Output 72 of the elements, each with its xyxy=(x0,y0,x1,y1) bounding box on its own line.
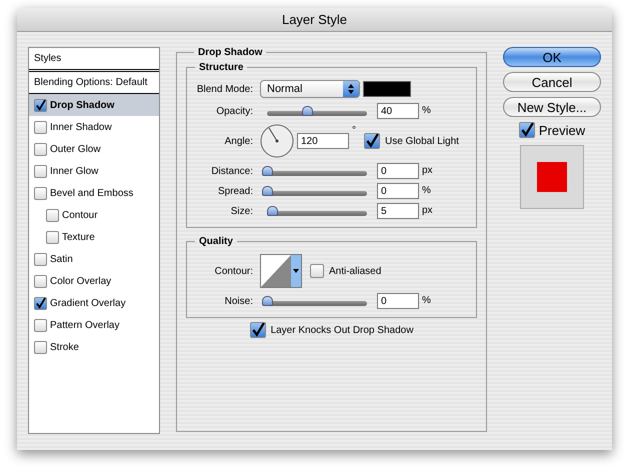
style-item[interactable]: Contour xyxy=(29,204,159,226)
field-label: Noise: xyxy=(224,296,254,306)
blend-mode-select[interactable]: Normal xyxy=(260,80,360,98)
angle-field[interactable]: 120 xyxy=(297,133,349,149)
checkbox[interactable] xyxy=(46,208,59,222)
style-item[interactable]: Bevel and Emboss xyxy=(29,182,159,204)
dialog-button[interactable]: New Style... xyxy=(503,97,601,117)
field-label: Size: xyxy=(230,206,254,216)
slider-thumb[interactable] xyxy=(302,106,313,116)
field-label: Opacity: xyxy=(215,106,254,116)
window-title: Layer Style xyxy=(282,12,348,27)
field-label: Spread: xyxy=(216,186,254,196)
checkbox[interactable] xyxy=(34,318,47,332)
checkbox[interactable] xyxy=(34,98,47,112)
dialog-button[interactable]: OK xyxy=(503,47,601,67)
checkbox[interactable] xyxy=(34,340,47,354)
checkbox[interactable] xyxy=(34,120,47,134)
style-item[interactable]: Inner Shadow xyxy=(29,116,159,138)
value-field[interactable]: 0 xyxy=(377,293,419,309)
unit-label: % xyxy=(422,295,431,306)
value-field[interactable]: 40 xyxy=(377,103,419,119)
style-item[interactable]: Satin xyxy=(29,248,159,270)
slider-thumb[interactable] xyxy=(262,186,273,196)
checkbox[interactable] xyxy=(364,133,380,149)
checkbox[interactable] xyxy=(518,122,535,138)
value-field[interactable]: 0 xyxy=(377,163,419,179)
unit-label: % xyxy=(422,185,431,196)
checkbox-label: Layer Knocks Out Drop Shadow xyxy=(270,324,414,336)
sidebar-heading: Blending Options: Default xyxy=(34,77,148,88)
unit-label: % xyxy=(422,105,431,116)
slider-thumb[interactable] xyxy=(267,206,278,216)
color-swatch[interactable] xyxy=(363,81,411,97)
slider-thumb[interactable] xyxy=(262,166,273,176)
slider-thumb[interactable] xyxy=(262,296,273,306)
square-icon xyxy=(537,162,567,192)
checkbox[interactable] xyxy=(34,186,47,200)
group-title: Structure xyxy=(198,62,244,73)
unit-label: px xyxy=(422,205,433,216)
checkbox[interactable] xyxy=(250,322,266,338)
checkbox[interactable] xyxy=(34,142,47,156)
value-field[interactable]: 0 xyxy=(377,183,419,199)
style-item[interactable]: Inner Glow xyxy=(29,160,159,182)
contour-picker[interactable] xyxy=(260,254,302,288)
unit-label: ° xyxy=(352,125,356,136)
value-field[interactable]: 5 xyxy=(377,203,419,219)
checkbox[interactable] xyxy=(34,252,47,266)
style-item[interactable]: Color Overlay xyxy=(29,270,159,292)
sidebar-heading: Styles xyxy=(34,53,62,64)
style-item[interactable]: Texture xyxy=(29,226,159,248)
field-label: Blend Mode: xyxy=(196,84,254,94)
style-item[interactable]: Outer Glow xyxy=(29,138,159,160)
checkbox[interactable] xyxy=(46,230,59,244)
field-label: Contour: xyxy=(214,266,254,276)
checkbox-label: Preview xyxy=(538,122,586,138)
group-title: Drop Shadow xyxy=(197,47,264,58)
dialog-button[interactable]: Cancel xyxy=(503,72,601,92)
checkbox[interactable] xyxy=(34,296,47,310)
group-title: Quality xyxy=(198,236,234,247)
checkbox-label: Use Global Light xyxy=(385,136,459,146)
unit-label: px xyxy=(422,165,433,176)
style-item[interactable]: Gradient Overlay xyxy=(29,292,159,314)
angle-dial[interactable] xyxy=(260,124,294,158)
checkbox[interactable] xyxy=(34,274,47,288)
stepper-icon xyxy=(343,81,359,97)
checkbox[interactable] xyxy=(310,264,324,278)
style-item[interactable]: Drop Shadow xyxy=(29,94,159,116)
style-item[interactable]: Stroke xyxy=(29,336,159,358)
checkbox[interactable] xyxy=(34,164,47,178)
field-label: Distance: xyxy=(210,166,254,176)
field-label: Angle: xyxy=(224,136,254,146)
checkbox-label: Anti-aliased xyxy=(329,266,382,276)
style-item[interactable]: Pattern Overlay xyxy=(29,314,159,336)
